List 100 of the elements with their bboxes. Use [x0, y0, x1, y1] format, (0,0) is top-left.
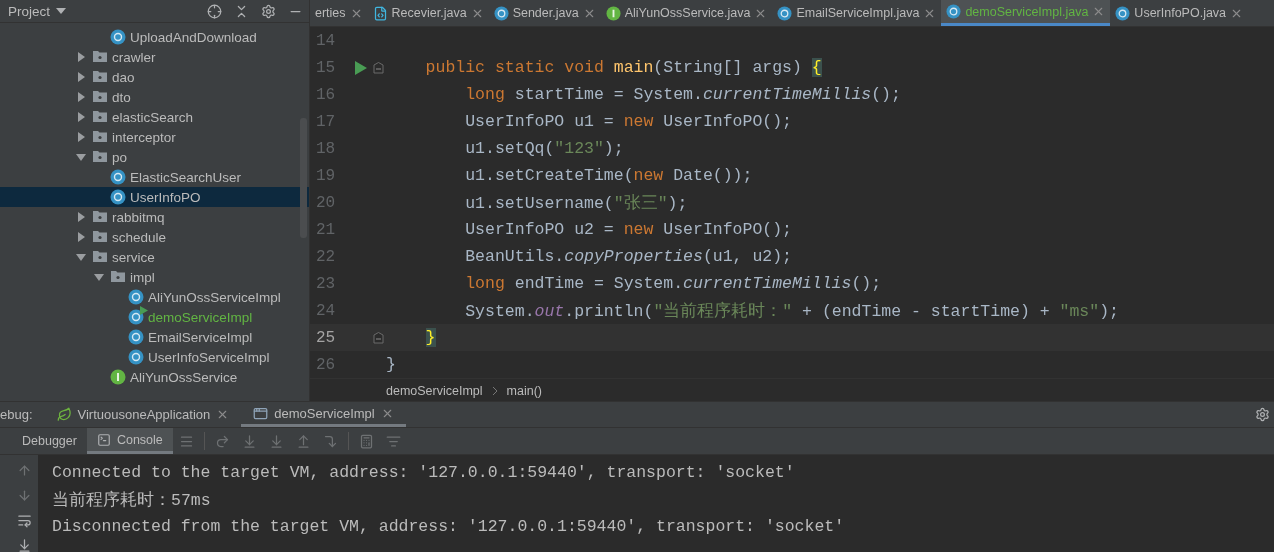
- code-line: long startTime = System.currentTimeMillis();: [464, 85, 901, 104]
- tree-item[interactable]: EmailServiceImpl: [0, 327, 309, 347]
- editor-tab[interactable]: AliYunOssService.java: [600, 0, 773, 26]
- line-number: 17: [315, 112, 337, 131]
- panel-title: ebug:: [0, 407, 34, 422]
- breadcrumb[interactable]: demoServiceImpl: [386, 384, 483, 398]
- dropdown-icon[interactable]: [56, 8, 67, 14]
- folder-icon: [92, 89, 108, 103]
- tree-item[interactable]: elasticSearch: [0, 107, 309, 127]
- scrollbar[interactable]: [300, 118, 307, 238]
- code-line: u1.setQq("123");: [464, 139, 624, 158]
- leaf-icon: [56, 407, 72, 422]
- editor-tab[interactable]: erties: [310, 0, 368, 26]
- line-number: 15: [315, 58, 337, 77]
- line-number: 20: [315, 193, 337, 212]
- editor-tab[interactable]: demoServiceImpl.java: [941, 0, 1111, 26]
- code-line: UserInfoPO u2 = new UserInfoPO();: [464, 220, 792, 239]
- settings-icon[interactable]: [1255, 407, 1270, 422]
- console-line: Disconnected from the target VM, address: '127.0.0.1:59440', transport: 'socket': [52, 516, 845, 538]
- tree-item[interactable]: dao: [0, 67, 309, 87]
- folder-icon: [92, 149, 108, 163]
- tree-item[interactable]: po: [0, 147, 309, 167]
- collapsed-arrow-icon[interactable]: [75, 131, 87, 143]
- tree-item[interactable]: UserInfoServiceImpl: [0, 347, 309, 367]
- java-file-icon: [372, 5, 388, 21]
- chevron-icon: [490, 386, 499, 396]
- fold-icon[interactable]: [372, 61, 384, 74]
- code-line: u1.setCreateTime(new Date());: [464, 166, 753, 185]
- run-icon[interactable]: [355, 60, 367, 75]
- editor-tab[interactable]: Recevier.java: [367, 0, 489, 26]
- tree-item[interactable]: demoServiceImpl: [0, 307, 309, 327]
- expanded-arrow-icon[interactable]: [75, 251, 87, 263]
- window-icon: [253, 405, 269, 421]
- tree-item[interactable]: rabbitmq: [0, 207, 309, 227]
- collapsed-arrow-icon[interactable]: [75, 91, 87, 103]
- class-icon: [128, 329, 144, 345]
- editor-tab[interactable]: UserInfoPO.java: [1110, 0, 1249, 26]
- console-line: Connected to the target VM, address: '127.0.0.1:59440', transport: 'socket': [52, 462, 796, 484]
- folder-icon: [92, 69, 108, 83]
- tree-item[interactable]: schedule: [0, 227, 309, 247]
- class-icon: [128, 309, 144, 325]
- line-number: 25: [315, 328, 337, 347]
- collapsed-arrow-icon[interactable]: [75, 71, 87, 83]
- tree-item[interactable]: UserInfoPO: [0, 187, 309, 207]
- step-over-icon[interactable]: [214, 433, 230, 449]
- class-icon: [777, 5, 793, 21]
- collapsed-arrow-icon[interactable]: [75, 111, 87, 123]
- collapsed-arrow-icon[interactable]: [75, 231, 87, 243]
- folder-icon: [92, 209, 108, 223]
- breadcrumb[interactable]: main(): [506, 384, 542, 398]
- down-arrow-icon[interactable]: [16, 488, 32, 503]
- code-line: u1.setUsername("张三");: [464, 192, 688, 214]
- line-number: 26: [315, 355, 337, 374]
- fold-icon[interactable]: [372, 331, 384, 344]
- panel-title[interactable]: Project: [8, 3, 195, 19]
- tree-item[interactable]: dto: [0, 87, 309, 107]
- folder-icon: [92, 49, 108, 63]
- collapsed-arrow-icon[interactable]: [75, 51, 87, 63]
- console-icon: [96, 432, 111, 447]
- wrap-icon[interactable]: [16, 513, 32, 528]
- tree-item[interactable]: ElasticSearchUser: [0, 167, 309, 187]
- folder-icon: [92, 109, 108, 123]
- trace-icon[interactable]: [385, 433, 401, 449]
- debug-tab[interactable]: VirtuousoneApplication: [44, 402, 242, 427]
- calculator-icon[interactable]: [358, 433, 374, 449]
- editor-tab[interactable]: Sender.java: [488, 0, 601, 26]
- line-number: 14: [315, 31, 337, 50]
- class-icon: [1115, 5, 1131, 21]
- folder-icon: [110, 269, 126, 283]
- class-icon: [493, 5, 509, 21]
- locate-icon[interactable]: [207, 3, 222, 19]
- collapsed-arrow-icon[interactable]: [75, 211, 87, 223]
- list-icon[interactable]: [178, 433, 194, 449]
- line-number: 16: [315, 85, 337, 104]
- debugger-tab[interactable]: Console: [86, 428, 173, 454]
- tree-item[interactable]: impl: [0, 267, 309, 287]
- expanded-arrow-icon[interactable]: [93, 271, 105, 283]
- line-number: 18: [315, 139, 337, 158]
- class-icon: [128, 289, 144, 305]
- tree-item[interactable]: interceptor: [0, 127, 309, 147]
- tree-item[interactable]: AliYunOssService: [0, 367, 309, 387]
- tree-item[interactable]: crawler: [0, 47, 309, 67]
- tree-item[interactable]: service: [0, 247, 309, 267]
- code-line: }: [386, 355, 396, 374]
- expanded-arrow-icon[interactable]: [75, 151, 87, 163]
- tree-item[interactable]: UploadAndDownload: [0, 27, 309, 47]
- code-line: UserInfoPO u1 = new UserInfoPO();: [464, 112, 792, 131]
- settings-icon[interactable]: [261, 3, 276, 19]
- editor-tab[interactable]: EmailServiceImpl.java: [772, 0, 942, 26]
- interface-icon: [110, 369, 126, 385]
- run-to-cursor-icon[interactable]: [322, 433, 338, 449]
- line-number: 24: [315, 301, 337, 320]
- debugger-tab[interactable]: Debugger: [12, 428, 87, 454]
- line-number: 19: [315, 166, 337, 185]
- tree-item[interactable]: AliYunOssServiceImpl: [0, 287, 309, 307]
- interface-icon: [605, 5, 621, 21]
- line-number: 23: [315, 274, 337, 293]
- class-icon: [110, 169, 126, 185]
- code-line: public static void main(String[] args) {: [424, 58, 822, 77]
- line-number: 21: [315, 220, 337, 239]
